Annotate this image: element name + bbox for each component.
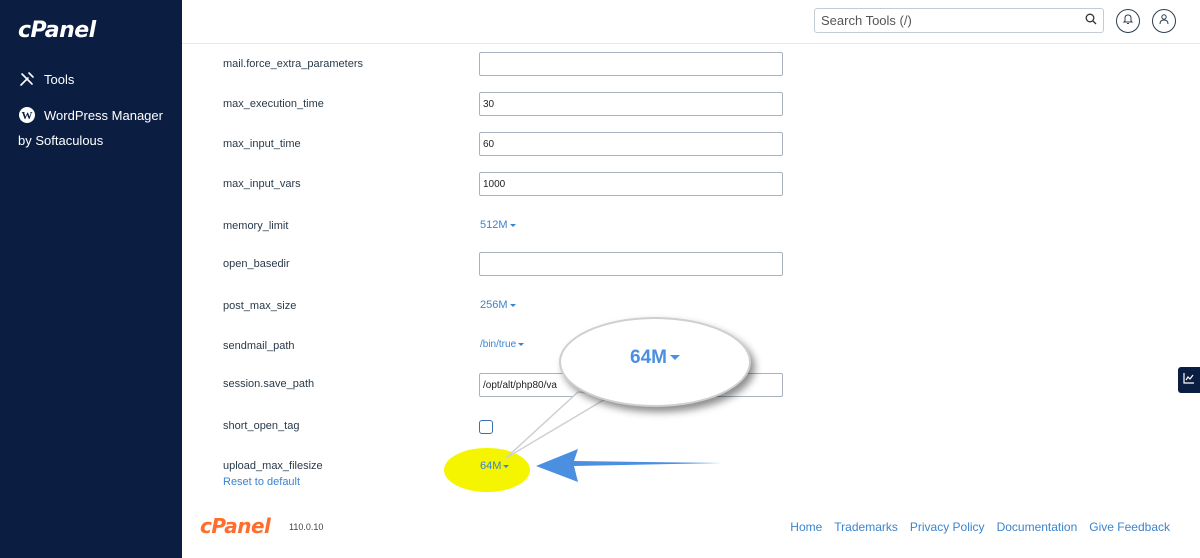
- pointer-arrow: [536, 449, 722, 482]
- callout-tail: [505, 391, 615, 459]
- annotation-overlay: [505, 391, 722, 482]
- caret-down-icon: [669, 355, 680, 361]
- callout-text: 64M: [630, 347, 680, 369]
- callout-bubble: 64M: [559, 317, 751, 407]
